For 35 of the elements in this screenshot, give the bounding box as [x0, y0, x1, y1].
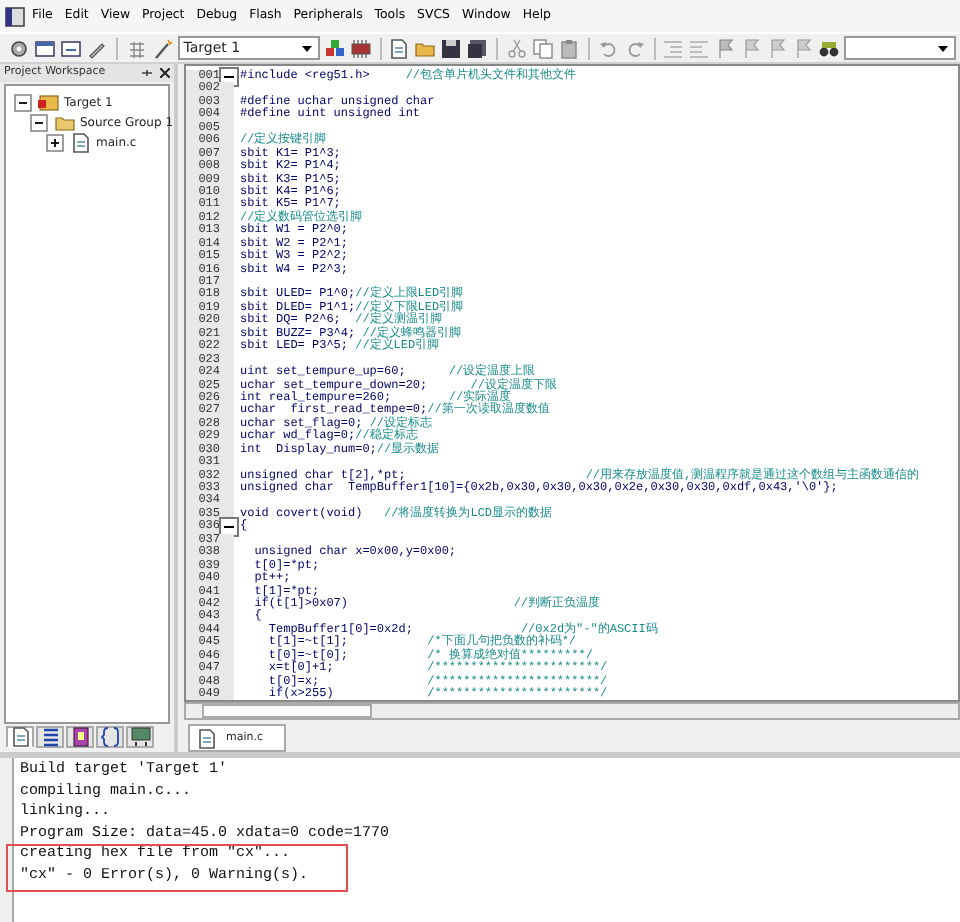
horizontal-scrollbar[interactable] — [184, 702, 960, 720]
close-icon[interactable] — [160, 68, 170, 78]
folder-icon — [54, 111, 76, 133]
wand-icon[interactable] — [151, 37, 174, 59]
project-icon — [38, 91, 60, 113]
file-icon — [70, 131, 92, 153]
panel-tab[interactable] — [6, 726, 34, 748]
binoculars-icon[interactable] — [818, 37, 841, 59]
blocks-icon[interactable] — [323, 37, 346, 59]
braces-icon — [99, 726, 121, 748]
floppy-disks-icon[interactable] — [466, 37, 489, 59]
collapse-icon[interactable] — [217, 516, 239, 539]
chip-icon[interactable] — [349, 37, 372, 59]
window-icon[interactable] — [60, 37, 82, 59]
collapse-icon[interactable] — [217, 66, 239, 88]
panel-tab[interactable] — [96, 726, 124, 748]
new-file-icon[interactable] — [388, 37, 411, 59]
panel-tab[interactable] — [66, 726, 94, 748]
code-editor[interactable] — [184, 64, 960, 702]
panel-tab[interactable] — [126, 726, 154, 748]
templates-icon — [129, 726, 151, 748]
flag-icon[interactable] — [714, 37, 737, 59]
gear-icon[interactable] — [8, 37, 30, 59]
grid-icon[interactable] — [125, 37, 148, 59]
collapse-icon[interactable] — [12, 91, 34, 113]
collapse-icon[interactable] — [28, 111, 50, 133]
app-icon — [4, 5, 26, 27]
copy-icon[interactable] — [531, 37, 554, 59]
panel-tab[interactable] — [36, 726, 64, 748]
book-icon — [69, 726, 91, 748]
window-icon[interactable] — [34, 37, 56, 59]
pin-icon[interactable] — [142, 68, 152, 78]
clipboard-icon[interactable] — [557, 37, 580, 59]
list-icon — [39, 726, 61, 748]
expand-icon[interactable] — [44, 131, 66, 153]
